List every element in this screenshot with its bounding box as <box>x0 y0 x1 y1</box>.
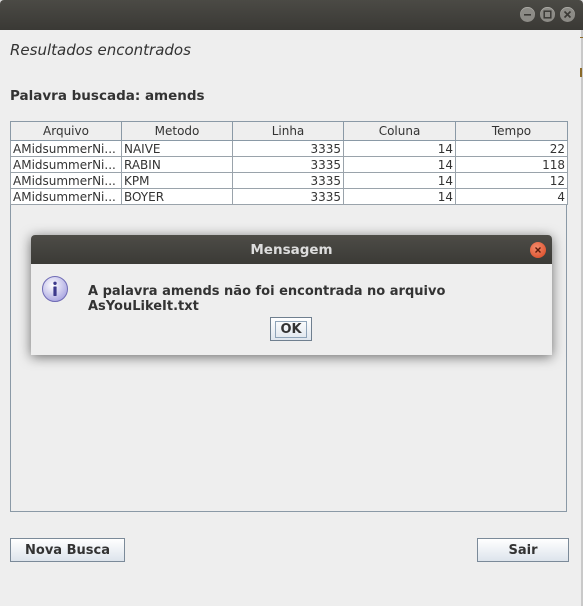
table-row[interactable]: AMidsummerNi... KPM 3335 14 12 <box>10 172 568 189</box>
table-row[interactable]: AMidsummerNi... BOYER 3335 14 4 <box>10 188 568 205</box>
results-table: Arquivo Metodo Linha Coluna Tempo AMidsu… <box>10 121 568 205</box>
cell-arquivo[interactable]: AMidsummerNi... <box>10 172 122 189</box>
column-header-metodo[interactable]: Metodo <box>121 121 233 141</box>
cell-tempo[interactable]: 22 <box>455 140 568 157</box>
cell-arquivo[interactable]: AMidsummerNi... <box>10 156 122 173</box>
ok-button-label: OK <box>275 320 307 338</box>
cell-linha[interactable]: 3335 <box>232 156 344 173</box>
cell-tempo[interactable]: 118 <box>455 156 568 173</box>
cell-arquivo[interactable]: AMidsummerNi... <box>10 140 122 157</box>
maximize-icon[interactable] <box>540 7 555 22</box>
cell-arquivo[interactable]: AMidsummerNi... <box>10 188 122 205</box>
dialog-close-icon[interactable] <box>530 242 546 258</box>
window-edge-mark <box>580 68 582 77</box>
new-search-button[interactable]: Nova Busca <box>10 538 125 562</box>
table-row[interactable]: AMidsummerNi... NAIVE 3335 14 22 <box>10 140 568 157</box>
cell-linha[interactable]: 3335 <box>232 172 344 189</box>
cell-linha[interactable]: 3335 <box>232 140 344 157</box>
ok-button[interactable]: OK <box>270 317 312 341</box>
table-row[interactable]: AMidsummerNi... RABIN 3335 14 118 <box>10 156 568 173</box>
info-icon <box>42 276 68 302</box>
exit-button[interactable]: Sair <box>477 538 569 562</box>
cell-metodo[interactable]: KPM <box>121 172 233 189</box>
message-dialog: Mensagem A palavra amends não foi encont… <box>31 235 552 355</box>
column-header-tempo[interactable]: Tempo <box>455 121 568 141</box>
cell-linha[interactable]: 3335 <box>232 188 344 205</box>
cell-metodo[interactable]: BOYER <box>121 188 233 205</box>
cell-coluna[interactable]: 14 <box>343 172 456 189</box>
dialog-titlebar[interactable]: Mensagem <box>31 235 552 264</box>
cell-tempo[interactable]: 12 <box>455 172 568 189</box>
cell-coluna[interactable]: 14 <box>343 140 456 157</box>
cell-metodo[interactable]: NAIVE <box>121 140 233 157</box>
close-window-icon[interactable] <box>560 7 575 22</box>
cell-coluna[interactable]: 14 <box>343 188 456 205</box>
window-titlebar[interactable] <box>0 0 583 30</box>
cell-coluna[interactable]: 14 <box>343 156 456 173</box>
minimize-icon[interactable] <box>520 7 535 22</box>
table-header-row: Arquivo Metodo Linha Coluna Tempo <box>10 121 568 141</box>
column-header-arquivo[interactable]: Arquivo <box>10 121 122 141</box>
searched-word-label: Palavra buscada: amends <box>10 88 205 104</box>
column-header-coluna[interactable]: Coluna <box>343 121 456 141</box>
column-header-linha[interactable]: Linha <box>232 121 344 141</box>
dialog-message: A palavra amends não foi encontrada no a… <box>88 284 446 314</box>
page-title: Resultados encontrados <box>10 41 191 59</box>
dialog-title: Mensagem <box>250 241 333 258</box>
cell-metodo[interactable]: RABIN <box>121 156 233 173</box>
cell-tempo[interactable]: 4 <box>455 188 568 205</box>
